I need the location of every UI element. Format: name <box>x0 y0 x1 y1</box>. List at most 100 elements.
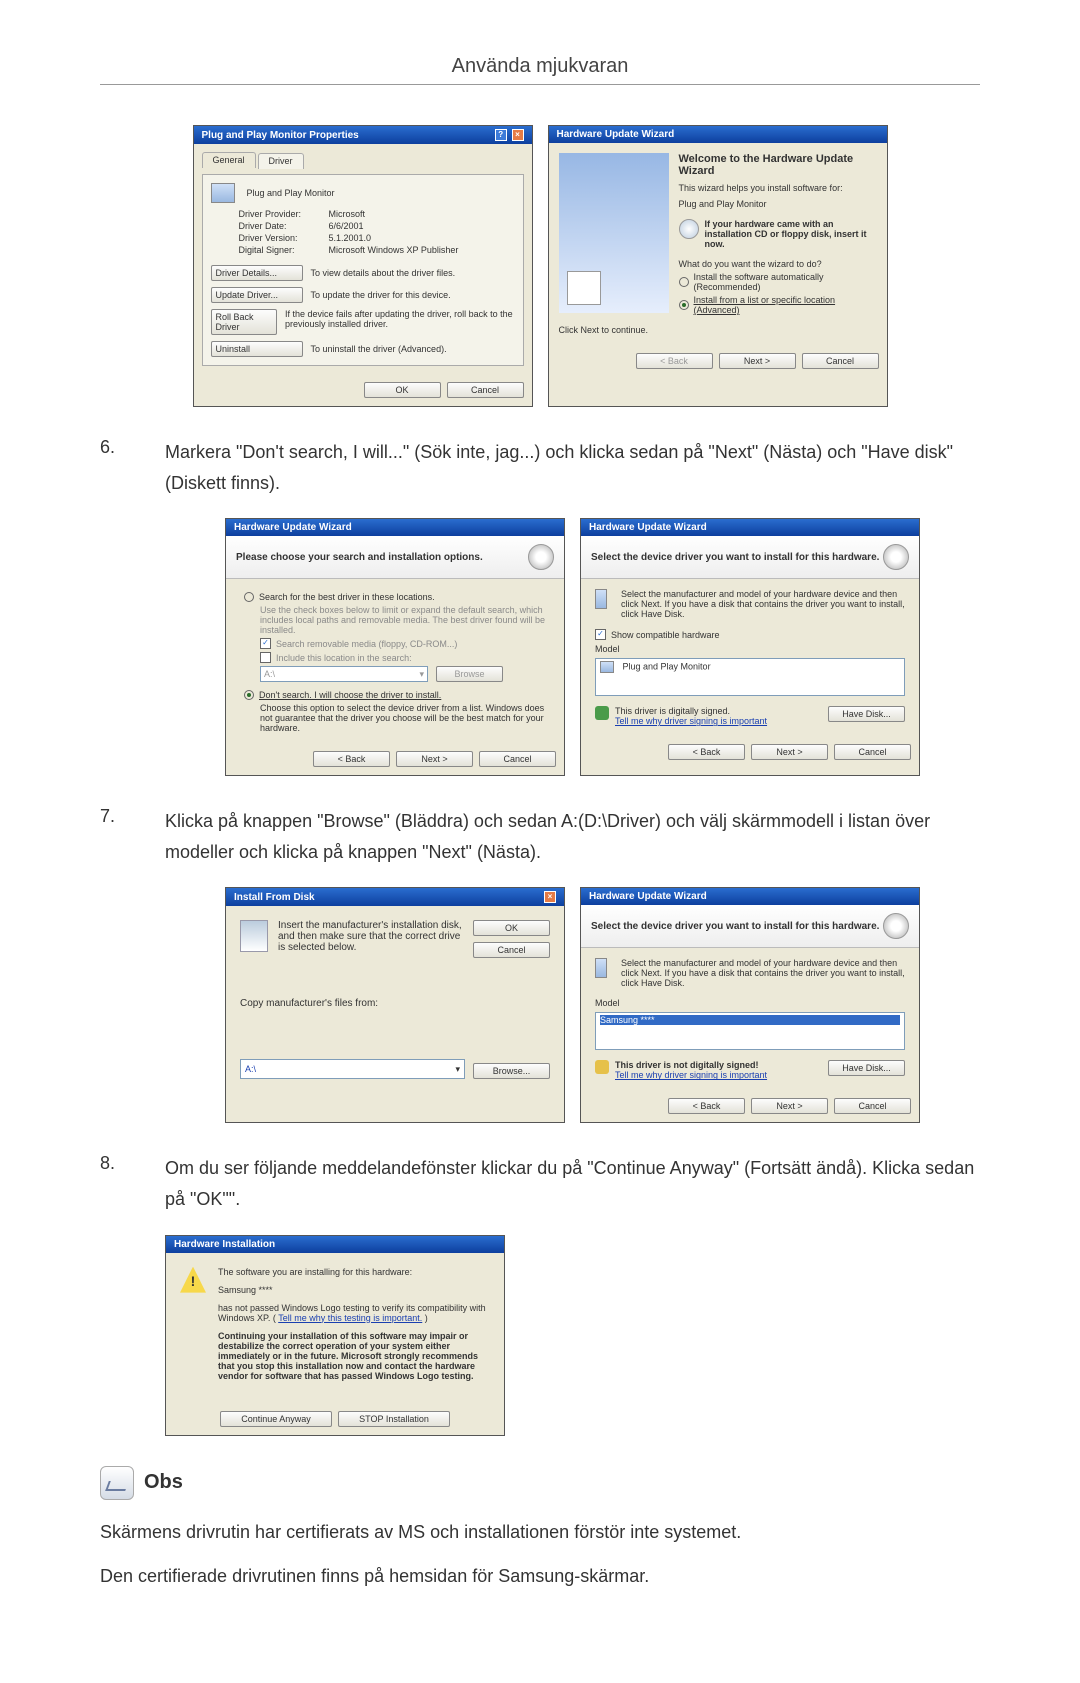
wizard-icon <box>528 544 554 570</box>
radio-advanced[interactable] <box>679 300 689 310</box>
step-7-number: 7. <box>100 806 165 827</box>
rollback-driver-desc: If the device fails after updating the d… <box>285 309 515 329</box>
next-button[interactable]: Next > <box>751 1098 828 1114</box>
chevron-down-icon: ▾ <box>419 669 424 680</box>
chk-include-location <box>260 652 271 663</box>
driver-details-button[interactable]: Driver Details... <box>211 265 303 281</box>
chevron-down-icon[interactable]: ▾ <box>455 1064 460 1075</box>
update-driver-button[interactable]: Update Driver... <box>211 287 303 303</box>
why-signing-link[interactable]: Tell me why driver signing is important <box>615 716 767 726</box>
screenshot-wizard-search: Hardware Update Wizard Please choose you… <box>225 518 565 776</box>
ifd-instruction: Insert the manufacturer's installation d… <box>278 920 463 953</box>
device-name: Plug and Play Monitor <box>247 188 335 198</box>
hw-device: Samsung **** <box>218 1285 490 1295</box>
step-8-text: Om du ser följande meddelandefönster kli… <box>165 1153 980 1214</box>
warning-triangle-icon <box>180 1267 206 1293</box>
radio-search-best[interactable] <box>244 592 254 602</box>
why-testing-link[interactable]: Tell me why this testing is important. <box>278 1313 422 1323</box>
cancel-button[interactable]: Cancel <box>447 382 524 398</box>
back-button: < Back <box>636 353 713 369</box>
chk-show-compat[interactable]: ✓ <box>595 629 606 640</box>
screenshot-wizard-select-2: Hardware Update Wizard Select the device… <box>580 887 920 1123</box>
radio-dont-search-label: Don't search. I will choose the driver t… <box>259 690 441 700</box>
ok-button[interactable]: OK <box>473 920 550 936</box>
back-button[interactable]: < Back <box>668 744 745 760</box>
cancel-button[interactable]: Cancel <box>473 942 550 958</box>
model-column-label: Model <box>595 998 905 1008</box>
copy-from-input[interactable]: A:\ ▾ <box>240 1059 465 1079</box>
version-label: Driver Version: <box>239 233 319 243</box>
next-button[interactable]: Next > <box>719 353 796 369</box>
tab-general[interactable]: General <box>202 152 256 168</box>
cancel-button[interactable]: Cancel <box>834 1098 911 1114</box>
model-item[interactable]: Plug and Play Monitor <box>600 661 900 673</box>
note-line-1: Skärmens drivrutin har certifierats av M… <box>100 1515 980 1549</box>
radio-search-best-label: Search for the best driver in these loca… <box>259 592 435 602</box>
uninstall-button[interactable]: Uninstall <box>211 341 303 357</box>
radio-auto-label: Install the software automatically (Reco… <box>694 272 877 292</box>
provider-label: Driver Provider: <box>239 209 319 219</box>
window-title: Hardware Update Wizard <box>557 129 675 140</box>
stop-installation-button[interactable]: STOP Installation <box>338 1411 450 1427</box>
close-icon[interactable]: × <box>544 891 556 903</box>
help-icon[interactable]: ? <box>495 129 507 141</box>
provider-value: Microsoft <box>329 209 515 219</box>
wizard-cd-text: If your hardware came with an installati… <box>705 219 877 249</box>
page-title: Använda mjukvaran <box>100 55 980 78</box>
wizard-icon <box>883 544 909 570</box>
date-value: 6/6/2001 <box>329 221 515 231</box>
browse-button[interactable]: Browse... <box>473 1063 550 1079</box>
cancel-button[interactable]: Cancel <box>802 353 879 369</box>
wizard-instruction: Select the manufacturer and model of you… <box>621 589 905 619</box>
hw-line2b: ) <box>425 1313 428 1323</box>
model-item-label: Plug and Play Monitor <box>623 662 711 672</box>
hw-line2: has not passed Windows Logo testing to v… <box>218 1303 490 1323</box>
page-rule <box>100 84 980 85</box>
have-disk-button[interactable]: Have Disk... <box>828 1060 905 1076</box>
window-title: Plug and Play Monitor Properties <box>202 130 359 141</box>
wizard-instruction: Select the manufacturer and model of you… <box>621 958 905 988</box>
screenshot-hardware-installation: Hardware Installation The software you a… <box>165 1235 505 1436</box>
radio-auto[interactable] <box>679 277 689 287</box>
screenshot-wizard-welcome: Hardware Update Wizard Welcome to the Ha… <box>548 125 888 407</box>
wizard-header: Please choose your search and installati… <box>236 552 483 563</box>
signer-label: Digital Signer: <box>239 245 319 255</box>
model-column-label: Model <box>595 644 905 654</box>
not-signed-text: This driver is not digitally signed! <box>615 1060 767 1070</box>
window-title: Hardware Installation <box>174 1239 275 1250</box>
back-button[interactable]: < Back <box>668 1098 745 1114</box>
chk-removable-label: Search removable media (floppy, CD-ROM..… <box>276 639 457 649</box>
note-line-2: Den certifierade drivrutinen finns på he… <box>100 1559 980 1593</box>
cancel-button[interactable]: Cancel <box>834 744 911 760</box>
note-icon <box>100 1466 134 1500</box>
model-list[interactable]: Samsung **** <box>595 1012 905 1050</box>
next-button[interactable]: Next > <box>751 744 828 760</box>
why-signing-link[interactable]: Tell me why driver signing is important <box>615 1070 767 1080</box>
window-title: Hardware Update Wizard <box>234 522 352 533</box>
rollback-driver-button[interactable]: Roll Back Driver <box>211 309 277 335</box>
ok-button[interactable]: OK <box>364 382 441 398</box>
disk-icon <box>240 920 268 952</box>
screenshot-install-from-disk: Install From Disk × Insert the manufactu… <box>225 887 565 1123</box>
model-item-selected[interactable]: Samsung **** <box>600 1015 900 1025</box>
model-list[interactable]: Plug and Play Monitor <box>595 658 905 696</box>
cancel-button[interactable]: Cancel <box>479 751 556 767</box>
radio-dont-search[interactable] <box>244 690 254 700</box>
screenshot-monitor-properties: Plug and Play Monitor Properties ? × Gen… <box>193 125 533 407</box>
window-title: Install From Disk <box>234 892 315 903</box>
have-disk-button[interactable]: Have Disk... <box>828 706 905 722</box>
signed-icon <box>595 706 609 720</box>
step-6-text: Markera "Don't search, I will..." (Sök i… <box>165 437 980 498</box>
continue-anyway-button[interactable]: Continue Anyway <box>220 1411 332 1427</box>
next-button[interactable]: Next > <box>396 751 473 767</box>
close-icon[interactable]: × <box>512 129 524 141</box>
signer-value: Microsoft Windows XP Publisher <box>329 245 515 255</box>
chk-include-label: Include this location in the search: <box>276 653 412 663</box>
model-item-label: Samsung **** <box>600 1015 655 1025</box>
back-button[interactable]: < Back <box>313 751 390 767</box>
wizard-continue: Click Next to continue. <box>559 325 877 335</box>
monitor-icon <box>595 589 607 609</box>
window-title: Hardware Update Wizard <box>589 522 707 533</box>
tab-driver[interactable]: Driver <box>258 153 304 169</box>
step-6-number: 6. <box>100 437 165 458</box>
